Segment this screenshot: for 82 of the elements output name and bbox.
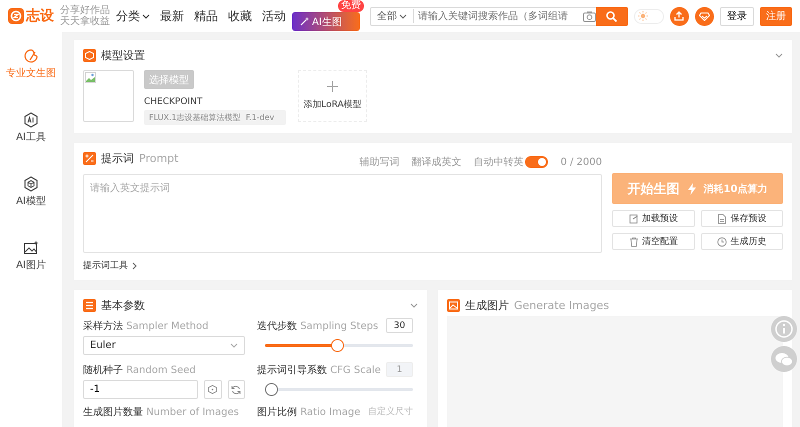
checkpoint-label: CHECKPOINT [144,97,204,107]
logo-icon [8,8,24,24]
image-icon [22,240,39,256]
upload-button[interactable] [670,6,689,26]
cube-icon [22,176,39,192]
document-icon [717,214,728,224]
dice-button[interactable] [204,380,222,399]
preset-button[interactable]: 清空配置 [612,233,694,250]
refresh-icon [231,384,242,394]
preset-button[interactable]: 保存预设 [700,210,783,227]
character-counter: 0 / 2000 [560,156,602,168]
preset-button[interactable]: 加载预设 [612,210,694,227]
login-button[interactable]: 登录 [720,6,754,26]
import-icon [628,214,639,224]
sampler-select[interactable]: Euler [83,336,245,355]
chevron-down-icon [230,343,238,348]
slider-thumb[interactable] [331,339,344,352]
chevron-down-icon [410,303,418,308]
field-label: 采样方法 Sampler Method [83,320,208,332]
auto-translate-switch[interactable] [525,156,548,168]
field-note: 自定义尺寸 [368,406,413,419]
nav-link[interactable]: 精品 [194,8,218,24]
ai-generate-button[interactable]: AI生图 [292,12,360,31]
chevron-right-icon [132,262,137,270]
field-label: 迭代步数 Sampling Steps [257,320,378,332]
chat-bubbles-icon [775,352,793,366]
dice-icon [208,385,218,394]
camera-icon [582,10,596,22]
panel-title: 生成图片 [465,298,509,313]
prompt-input[interactable]: 请输入英文提示词 [83,174,602,253]
image-icon [447,299,460,312]
clock-icon [717,236,728,246]
field-label: 生成图片数量 Number of Images [83,406,239,419]
slider[interactable] [265,383,413,396]
panel-title: 基本参数 [101,298,145,313]
number-field: 1 [386,362,413,377]
preset-button[interactable]: 生成历史 [700,233,783,250]
search-icon [606,10,618,22]
panel-subtitle: Generate Images [514,299,610,312]
wand-icon [300,17,309,26]
diamond-icon [698,12,710,20]
trash-icon [628,236,639,246]
chevron-down-icon [142,14,150,18]
vip-button[interactable] [694,6,714,26]
upload-icon [674,11,684,21]
slogan-text: 分享好作品 [60,5,110,16]
panel-title: 模型设置 [101,48,145,63]
lightning-icon [688,182,696,194]
nav-link[interactable]: 收藏 [228,8,252,24]
panel-title: 提示词 [101,151,134,166]
slider[interactable] [265,339,413,352]
list-icon [83,299,96,312]
free-badge: 免费 [338,0,364,12]
add-lora-button[interactable]: 添加LoRA模型 [298,70,367,122]
nav-link[interactable]: 最新 [160,8,184,24]
refresh-button[interactable] [228,380,245,399]
slogan-text: 天天拿收益 [60,16,110,27]
nav-link[interactable]: 活动 [262,8,286,24]
broken-image-icon [85,72,97,84]
chevron-down-icon [398,14,407,18]
plus-icon [327,81,338,92]
sun-icon [638,11,648,21]
field-label: 提示词引导系数 CFG Scale [257,364,381,376]
seed-input[interactable]: -1 [83,380,198,399]
ai-hexagon-icon [22,112,39,128]
nav-link[interactable]: 分类 [116,8,150,24]
sidebar-item[interactable]: AI工具 [16,112,46,144]
cube-icon [83,49,96,62]
sidebar-item[interactable]: AI图片 [16,240,46,272]
panel-subtitle: Prompt [139,152,178,165]
number-field[interactable]: 30 [386,318,413,333]
theme-toggle[interactable] [634,8,664,24]
field-label: 随机种子 Random Seed [83,364,196,376]
search-button[interactable] [596,6,628,26]
palette-icon [23,48,39,64]
chevron-down-icon [775,53,783,58]
prompt-tools-link[interactable]: 提示词工具 [83,259,602,272]
auto-translate-label: 自动中转英 [473,156,524,169]
scope-label[interactable]: 全部 [376,9,397,23]
field-label: 图片比例 Ratio Image [257,406,360,419]
sidebar-item[interactable]: AI模型 [16,176,46,208]
info-icon [775,320,793,338]
